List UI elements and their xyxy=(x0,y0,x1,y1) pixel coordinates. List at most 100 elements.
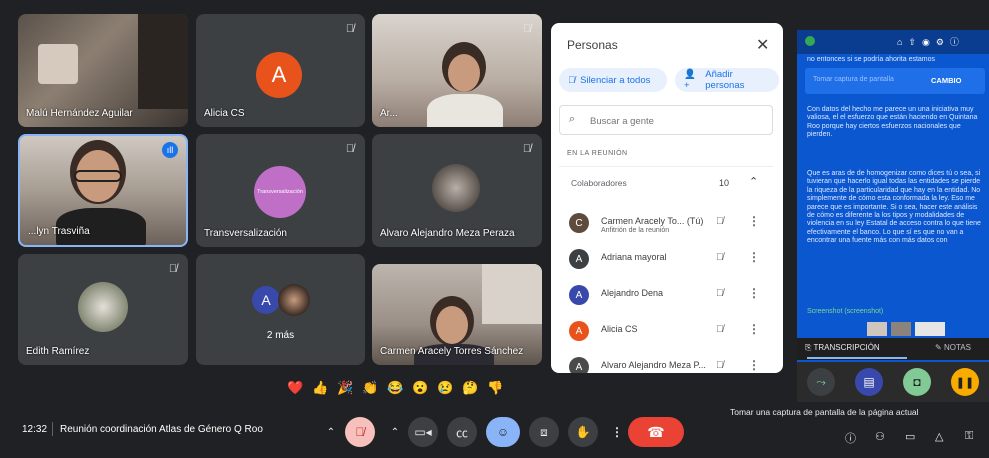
participant-name: ...lyn Trasviña xyxy=(28,226,90,237)
avatar: A xyxy=(252,286,280,314)
participant-name: Ar... xyxy=(380,108,398,119)
background-image xyxy=(482,264,542,324)
share-icon[interactable]: ⤳ xyxy=(807,368,835,396)
banner-text: Tomar captura de pantalla xyxy=(813,76,894,83)
participant-tile[interactable]: 🎙̸ Alvaro Alejandro Meza Peraza xyxy=(372,134,542,247)
participant-name: Alicia CS xyxy=(204,108,245,119)
more-vert-icon[interactable]: ⋮ xyxy=(748,358,760,372)
more-options-button[interactable]: ⋮ xyxy=(606,417,628,447)
participant-tile[interactable]: Malú Hernández Aguilar xyxy=(18,14,188,127)
activities-icon[interactable]: △ xyxy=(935,430,943,443)
reaction-emoji-icon[interactable]: 🤔 xyxy=(462,380,478,396)
mic-off-icon: 🎙̸ xyxy=(168,263,178,275)
reaction-emoji-icon[interactable]: 👎 xyxy=(487,380,503,396)
avatar-logo: Transversalización xyxy=(254,166,306,218)
avatar: A xyxy=(256,52,302,98)
raise-hand-button[interactable]: ✋ xyxy=(568,417,598,447)
camera-icon[interactable]: ◘ xyxy=(903,368,931,396)
more-vert-icon[interactable]: ⋮ xyxy=(748,250,760,264)
close-icon[interactable]: ✕ xyxy=(756,35,769,55)
mute-all-label: Silenciar a todos xyxy=(580,74,651,86)
mic-options-button[interactable]: ⌃ xyxy=(320,417,342,447)
participant-name: Edith Ramírez xyxy=(26,346,90,357)
captions-button[interactable]: ㏄ xyxy=(447,417,477,447)
reaction-emoji-icon[interactable]: 👍 xyxy=(312,380,328,396)
camera-options-button[interactable]: ⌃ xyxy=(384,417,406,447)
more-vert-icon[interactable]: ⋮ xyxy=(748,286,760,300)
document-icon[interactable]: ▤ xyxy=(855,368,883,396)
mic-off-button[interactable]: 🎙̸ xyxy=(345,417,375,447)
meeting-title: Reunión coordinación Atlas de Género Q R… xyxy=(60,424,263,435)
mic-off-icon[interactable]: 🎙̸ xyxy=(716,324,724,335)
reaction-emoji-icon[interactable]: 😂 xyxy=(387,380,403,396)
participant-image xyxy=(427,94,503,127)
glasses-image xyxy=(74,170,122,182)
thumbnail-image xyxy=(891,322,911,336)
participant-row[interactable]: A Alejandro Dena 🎙̸ ⋮ xyxy=(551,277,783,313)
avatar: A xyxy=(569,249,589,269)
participant-name: Alejandro Dena xyxy=(601,288,664,298)
reaction-emoji-icon[interactable]: 🎉 xyxy=(337,380,353,396)
mic-off-icon[interactable]: 🎙̸ xyxy=(716,288,724,299)
participant-tile[interactable]: 🎙̸ Edith Ramírez xyxy=(18,254,188,365)
more-vert-icon[interactable]: ⋮ xyxy=(748,214,760,228)
search-input[interactable] xyxy=(588,111,767,131)
reaction-emoji-icon[interactable]: 😮 xyxy=(412,380,428,396)
participant-row[interactable]: A Alvaro Alejandro Meza P... 🎙̸ ⋮ xyxy=(551,349,783,373)
participant-tile[interactable]: 🎙̸ Transversalización Transversalización xyxy=(196,134,365,247)
mic-off-icon[interactable]: 🎙̸ xyxy=(716,216,724,227)
mic-off-icon: 🎙̸ xyxy=(568,74,576,86)
toolbar-icons[interactable]: ⌂⇧◉⚙ⓘ xyxy=(897,35,965,48)
mute-all-button[interactable]: 🎙̸ Silenciar a todos xyxy=(559,68,667,92)
people-panel: Personas ✕ 🎙̸ Silenciar a todos 👤+ Añadi… xyxy=(551,23,783,373)
mic-off-icon[interactable]: 🎙̸ xyxy=(716,360,724,371)
camera-button[interactable]: ▭◂ xyxy=(408,417,438,447)
participant-tile[interactable]: 🎙̸ Ar... xyxy=(372,14,542,127)
participant-name: Transversalización xyxy=(204,228,287,239)
chat-icon[interactable]: ▭ xyxy=(905,430,915,443)
participant-row[interactable]: C Carmen Aracely To... (Tú) Anfitrión de l… xyxy=(551,205,783,241)
avatar: A xyxy=(569,285,589,305)
reaction-emoji-icon[interactable]: 😢 xyxy=(437,380,453,396)
participant-row[interactable]: A Adriana mayoral 🎙̸ ⋮ xyxy=(551,241,783,277)
tab-transcription[interactable]: ⎘ TRANSCRIPCIÓN xyxy=(805,343,880,353)
chevron-up-icon[interactable]: ⌃ xyxy=(749,175,758,188)
video-camera-icon: ▭◂ xyxy=(414,425,432,439)
reaction-emoji-icon[interactable]: ❤️ xyxy=(287,380,303,396)
participant-tile[interactable]: A 2 más xyxy=(196,254,365,365)
participant-name: Adriana mayoral xyxy=(601,252,667,262)
pencil-icon: ✎ xyxy=(935,343,944,352)
side-tabs: ⎘ TRANSCRIPCIÓN ✎ NOTAS xyxy=(797,338,989,360)
banner-action-button[interactable]: CAMBIO xyxy=(931,76,961,85)
present-button[interactable]: ⧈ xyxy=(529,417,559,447)
transcript-paragraph: Con datos del hecho me parece un una ini… xyxy=(807,106,978,139)
section-label: EN LA REUNIÓN xyxy=(567,150,628,157)
mic-off-icon[interactable]: 🎙̸ xyxy=(716,252,724,263)
speaking-indicator-icon: ıll xyxy=(162,142,178,158)
participant-tile[interactable]: 🎙̸ A Alicia CS xyxy=(196,14,365,127)
participant-name: Alicia CS xyxy=(601,324,638,334)
pause-icon[interactable]: ❚❚ xyxy=(951,368,979,396)
tab-notes[interactable]: ✎ NOTAS xyxy=(935,343,971,352)
hand-icon: ✋ xyxy=(575,425,591,439)
app-logo-icon xyxy=(805,36,815,46)
add-people-button[interactable]: 👤+ Añadir personas xyxy=(675,68,779,92)
participant-image xyxy=(448,54,480,92)
active-tab-indicator xyxy=(807,357,907,359)
captions-icon: ㏄ xyxy=(455,425,468,440)
info-icon[interactable]: ⓘ xyxy=(845,430,856,446)
more-vert-icon[interactable]: ⋮ xyxy=(748,322,760,336)
end-call-button[interactable]: ☎ xyxy=(628,417,684,447)
reactions-button[interactable]: ☺ xyxy=(486,417,520,447)
participant-tile[interactable]: ıll ...lyn Trasviña xyxy=(18,134,188,247)
participant-row[interactable]: A Alicia CS 🎙̸ ⋮ xyxy=(551,313,783,349)
search-field[interactable]: ⌕ xyxy=(559,105,773,135)
thumbnail-image xyxy=(915,322,945,336)
people-icon[interactable]: ⚇ xyxy=(875,430,885,443)
panel-title: Personas xyxy=(567,38,618,52)
group-header[interactable]: Colaboradores 10 ⌃ xyxy=(559,166,773,197)
reaction-emoji-icon[interactable]: 👏 xyxy=(362,380,378,396)
participant-tile[interactable]: Carmen Aracely Torres Sánchez xyxy=(372,264,542,365)
transcription-panel: ⌂⇧◉⚙ⓘ no entonces si se podría ahorita e… xyxy=(797,30,989,375)
host-controls-icon[interactable]: ⚿ xyxy=(965,430,973,443)
